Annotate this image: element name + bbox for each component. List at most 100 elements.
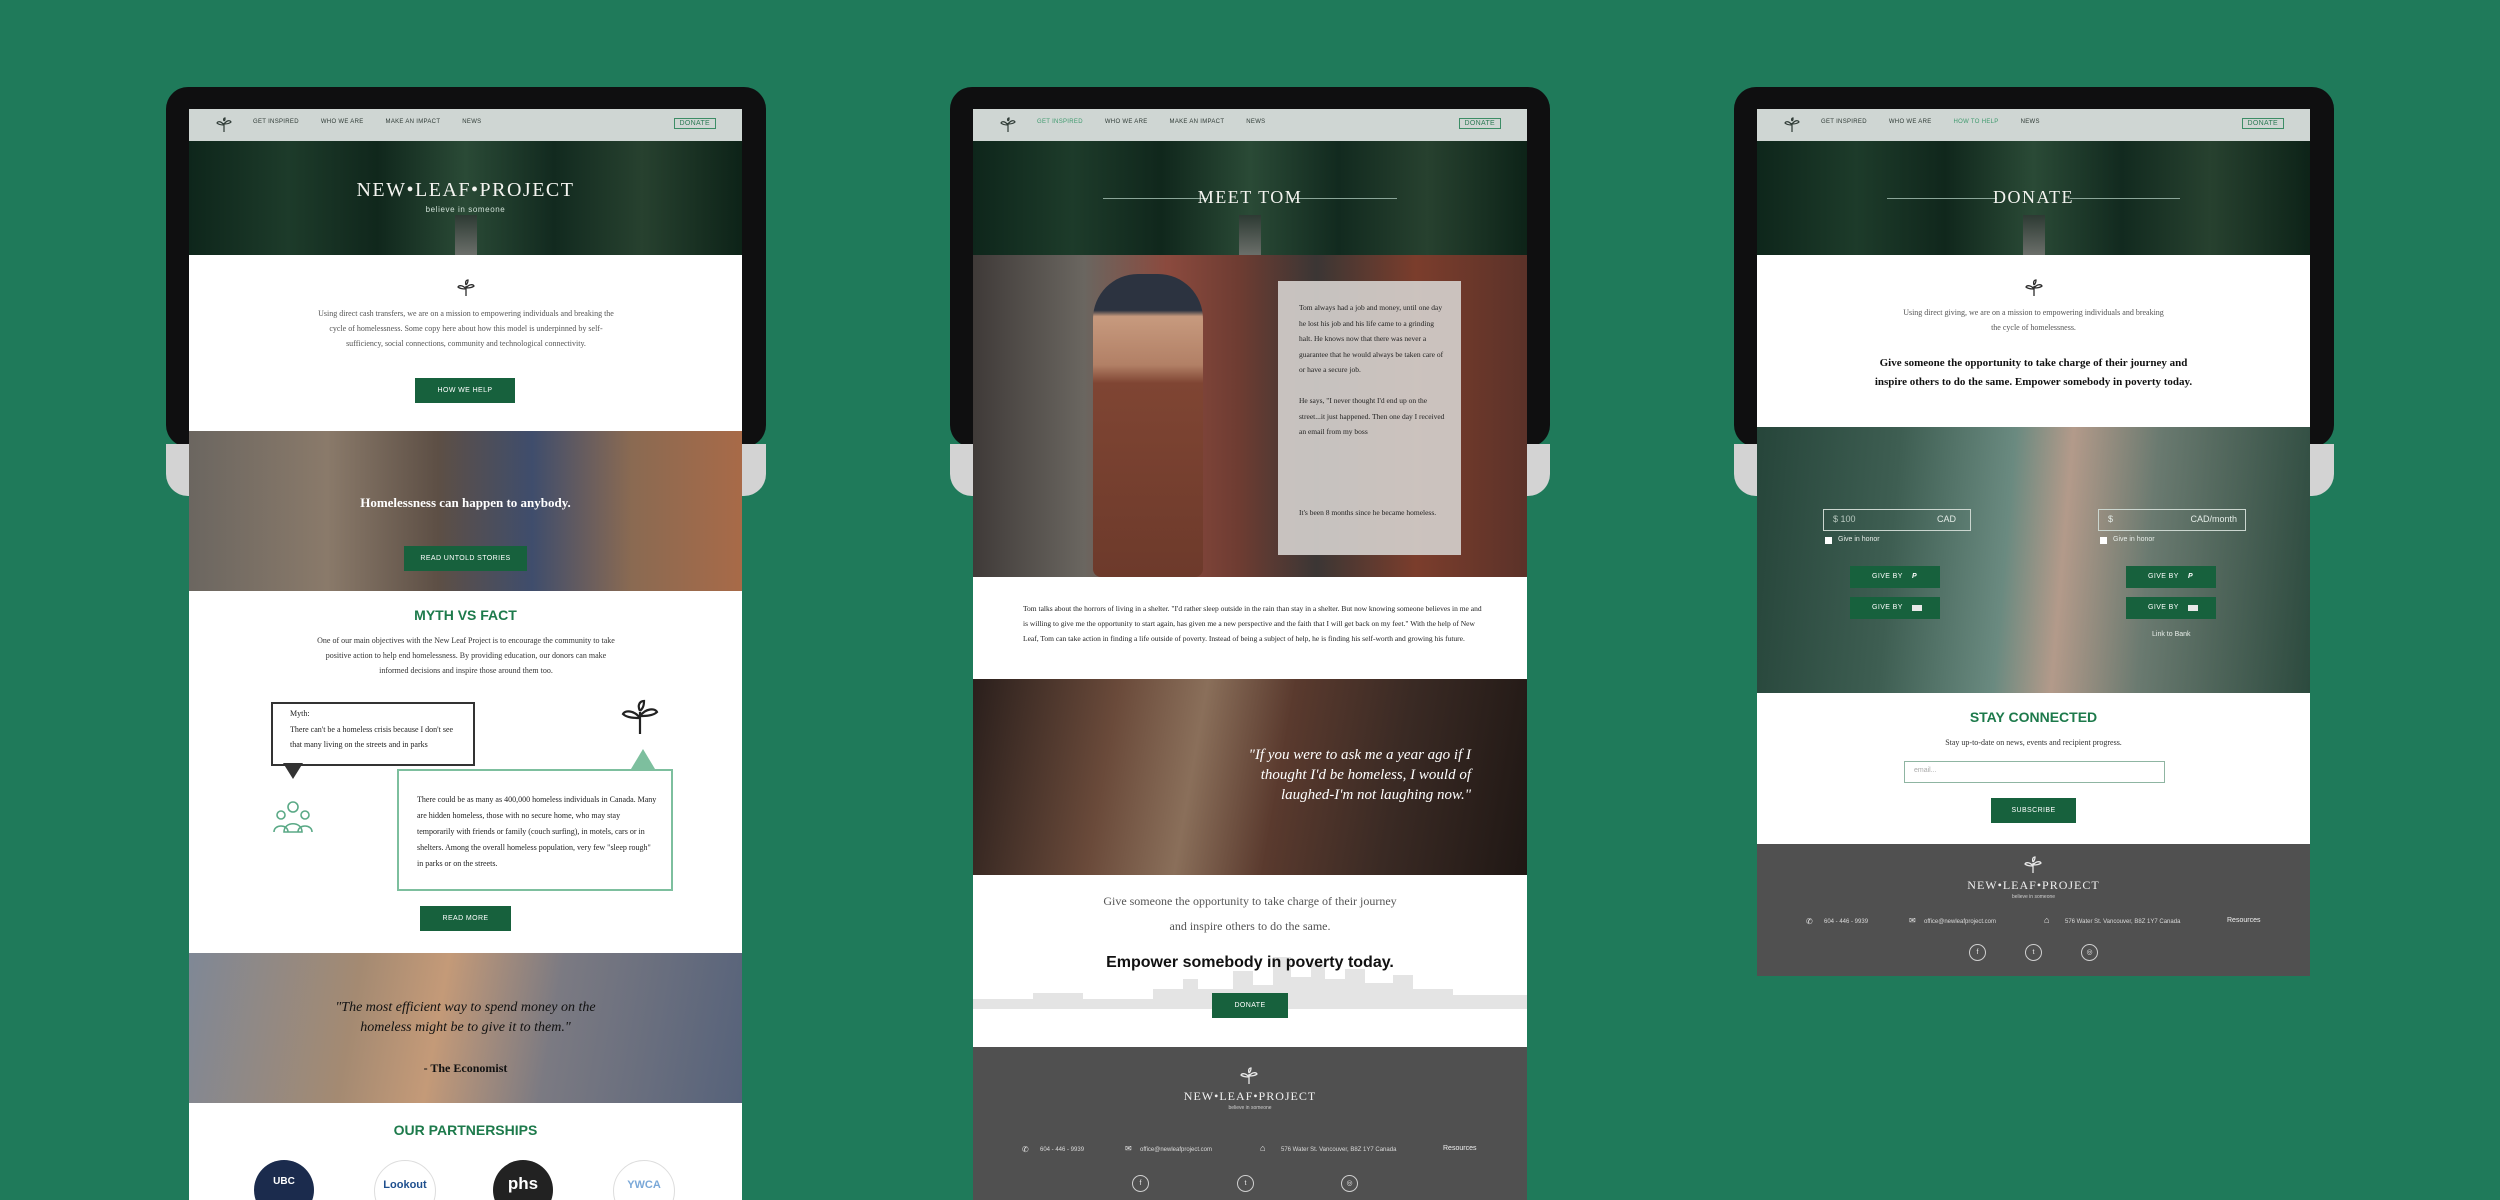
footer-phone: 604 - 446 - 9939 [1824, 919, 1869, 925]
myth-text: There can't be a homeless crisis because… [290, 725, 454, 749]
give-by-card-button[interactable]: GIVE BY [1850, 597, 1940, 619]
nav-who-we-are[interactable]: WHO WE ARE [321, 119, 364, 125]
partner-logo-lookout[interactable]: Lookout [374, 1160, 436, 1200]
leaf-logo-icon[interactable] [999, 117, 1017, 133]
footer-address: 576 Water St. Vancouver, B8Z 1Y7 Canada [1281, 1147, 1397, 1153]
brand-title: NEW•LEAF•PROJECT [356, 179, 575, 201]
instagram-icon[interactable]: ◎ [1341, 1175, 1358, 1192]
facebook-icon[interactable]: f [1969, 944, 1986, 961]
hands-background-image [1757, 427, 2310, 693]
intro-text: Using direct cash transfers, we are on a… [318, 309, 614, 348]
footer-email[interactable]: office@newleafproject.com [1924, 919, 1996, 925]
site-footer: NEW•LEAF•PROJECT believe in someone ✆ 60… [973, 1047, 1527, 1200]
nav-how-to-help[interactable]: HOW TO HELP [1954, 119, 1999, 125]
footer-resources-link[interactable]: Resources [1443, 1145, 1476, 1152]
tom-figure [1093, 274, 1203, 577]
cta-bold-text: Empower somebody in poverty today. [1106, 954, 1394, 971]
story-quote: "If you were to ask me a year ago if I t… [1248, 747, 1471, 803]
card-icon [1912, 605, 1922, 611]
nav-get-inspired[interactable]: GET INSPIRED [253, 119, 299, 125]
nav-news[interactable]: NEWS [1246, 119, 1265, 125]
amount-dollar: $ [2108, 514, 2114, 524]
home-icon: ⌂ [2044, 915, 2050, 925]
story-card-text: It's been 8 months since he became homel… [1299, 508, 1437, 517]
nav-get-inspired[interactable]: GET INSPIRED [1037, 119, 1083, 125]
donate-button[interactable]: DONATE [1212, 993, 1288, 1018]
phone-icon: ✆ [1022, 1145, 1029, 1154]
partner-name: YWCA [627, 1179, 661, 1191]
nav-donate-button[interactable]: DONATE [673, 118, 716, 129]
nav-make-an-impact[interactable]: MAKE AN IMPACT [386, 119, 441, 125]
donate-page: GET INSPIRED WHO WE ARE HOW TO HELP NEWS… [1757, 109, 2310, 976]
give-by-paypal-button[interactable]: GIVE BY P [2126, 566, 2216, 588]
partner-name: Lookout [383, 1179, 427, 1191]
stay-connected-title: STAY CONNECTED [1969, 709, 2098, 725]
currency-label: CAD [1936, 514, 1956, 524]
partner-name: UBC [273, 1176, 295, 1187]
monthly-amount-input[interactable]: $ CAD/month [2098, 509, 2246, 531]
currency-monthly-label: CAD/month [2190, 514, 2237, 524]
honor-checkbox[interactable] [2100, 537, 2107, 544]
fact-text: There could be as many as 400,000 homele… [417, 795, 657, 868]
stay-connected-subtitle: Stay up-to-date on news, events and reci… [1945, 738, 2122, 747]
cta-text: Give someone the opportunity to take cha… [1103, 894, 1397, 908]
one-time-amount-input[interactable]: $ 100 CAD [1823, 509, 1971, 531]
read-more-button[interactable]: READ MORE [420, 906, 511, 931]
email-input[interactable]: email... [1904, 761, 2165, 783]
leaf-logo-icon[interactable] [215, 117, 233, 133]
home-page: GET INSPIRED WHO WE ARE MAKE AN IMPACT N… [189, 109, 742, 1200]
amount-placeholder: $ 100 [1833, 514, 1856, 524]
story-card-text: He says, "I never thought I'd end up on … [1299, 396, 1445, 436]
leaf-logo-icon [1240, 1067, 1258, 1084]
sprout-icon [621, 699, 659, 734]
give-by-card-button[interactable]: GIVE BY [2126, 597, 2216, 619]
story-body-text: Tom talks about the horrors of living in… [1023, 604, 1482, 643]
nav-news[interactable]: NEWS [462, 119, 481, 125]
give-by-label: GIVE BY [2148, 604, 2179, 611]
nav-news[interactable]: NEWS [2021, 119, 2040, 125]
myth-intro-text: One of our main objectives with the New … [317, 636, 615, 675]
footer-resources-link[interactable]: Resources [2227, 917, 2260, 924]
leaf-logo-icon[interactable] [1783, 117, 1801, 133]
mail-icon: ✉ [1125, 1144, 1132, 1153]
donate-title: DONATE [1993, 187, 2074, 207]
partner-logo-ubc[interactable]: UBC [254, 1160, 314, 1200]
phone-icon: ✆ [1806, 917, 1813, 926]
nav-donate-button[interactable]: DONATE [1458, 118, 1501, 129]
nav-who-we-are[interactable]: WHO WE ARE [1889, 119, 1932, 125]
footer-tagline: believe in someone [2011, 894, 2056, 900]
footer-email[interactable]: office@newleafproject.com [1140, 1147, 1212, 1153]
honor-checkbox[interactable] [1825, 537, 1832, 544]
site-footer: NEW•LEAF•PROJECT believe in someone ✆ 60… [1757, 844, 2310, 976]
partner-logo-phs[interactable]: phs [493, 1160, 553, 1200]
story-page: GET INSPIRED WHO WE ARE MAKE AN IMPACT N… [973, 109, 1527, 1200]
partner-name: phs [507, 1174, 539, 1193]
read-untold-stories-button[interactable]: READ UNTOLD STORIES [404, 546, 527, 571]
email-placeholder: email... [1914, 767, 1937, 774]
mail-icon: ✉ [1909, 916, 1916, 925]
nav-donate-button[interactable]: DONATE [2241, 118, 2284, 129]
instagram-icon[interactable]: ◎ [2081, 944, 2098, 961]
nav-get-inspired[interactable]: GET INSPIRED [1821, 119, 1867, 125]
honor-label: Give in honor [2113, 536, 2155, 543]
partner-logo-ywca[interactable]: YWCA [613, 1160, 675, 1200]
banner-title: Homelessness can happen to anybody. [360, 495, 571, 510]
footer-brand: NEW•LEAF•PROJECT [1967, 878, 2100, 892]
donate-headline: Give someone the opportunity to take cha… [1874, 357, 2193, 388]
cta-text: and inspire others to do the same. [1169, 919, 1331, 933]
leaf-logo-icon [2024, 856, 2042, 873]
footer-brand: NEW•LEAF•PROJECT [1183, 1089, 1317, 1103]
twitter-icon[interactable]: t [1237, 1175, 1254, 1192]
nav-make-an-impact[interactable]: MAKE AN IMPACT [1170, 119, 1225, 125]
subscribe-button[interactable]: SUBSCRIBE [1991, 798, 2076, 823]
footer-tagline: believe in someone [1228, 1105, 1272, 1111]
facebook-icon[interactable]: f [1132, 1175, 1149, 1192]
story-title: MEET TOM [1197, 187, 1303, 207]
link-to-bank-link[interactable]: Link to Bank [2152, 631, 2191, 638]
sprout-icon [2025, 279, 2043, 296]
how-we-help-button[interactable]: HOW WE HELP [415, 378, 515, 403]
footer-address: 576 Water St. Vancouver, B8Z 1Y7 Canada [2065, 919, 2181, 925]
twitter-icon[interactable]: t [2025, 944, 2042, 961]
give-by-paypal-button[interactable]: GIVE BY P [1850, 566, 1940, 588]
nav-who-we-are[interactable]: WHO WE ARE [1105, 119, 1148, 125]
